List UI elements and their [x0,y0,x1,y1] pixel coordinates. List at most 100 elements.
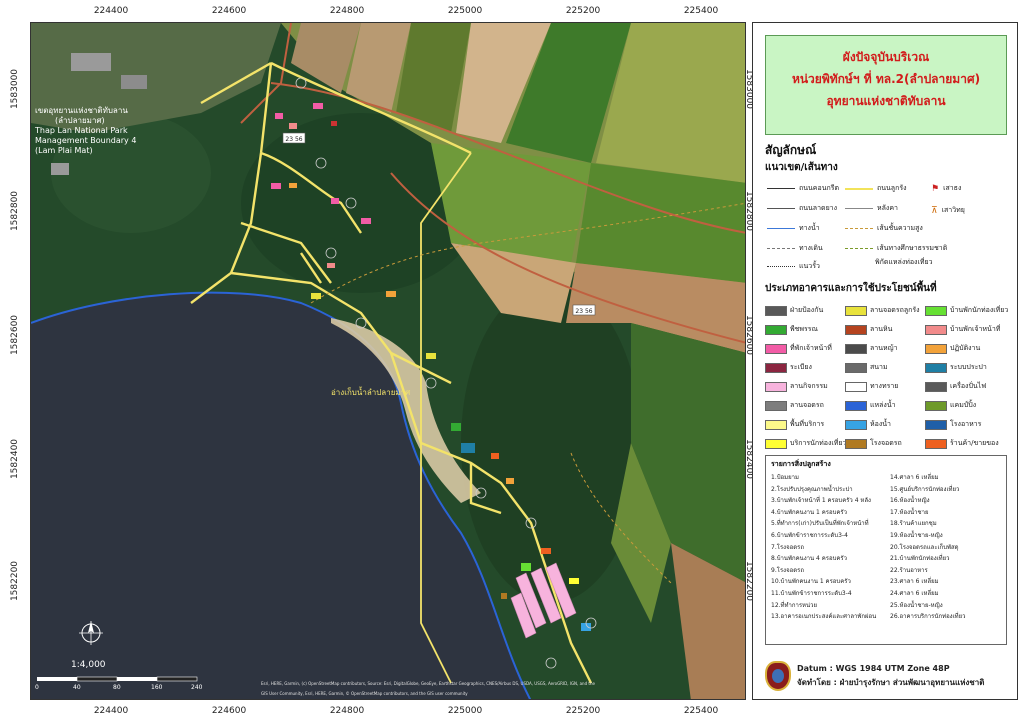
landuse-legend-item: ลานหญ้า [845,343,898,354]
landuse-swatch [765,362,787,373]
landuse-legend-item: บริการนักท่องเที่ยว [765,438,846,449]
landuse-swatch [925,400,947,411]
building-list-item: 3.บ้านพักเจ้าหน้าที่ 1 ครอบครัว 4 หลัง [771,497,871,505]
building-list-item: 24.ศาลา 6 เหลี่ยม [890,589,939,597]
legend-flag-item: ⚑ เสาธง [931,183,962,194]
landuse-swatch [765,438,787,449]
landuse-swatch [925,438,947,449]
landuse-legend-item: แหล่งน้ำ [845,400,896,411]
building-list-item: 20.โรงจอดรถและเก็บพัสดุ [890,543,959,551]
building-list-item: 5.ที่ทำการ(เก่า)ปรับเป็นที่พักเจ้าหน้าที… [771,520,869,528]
building-list-item: 9.โรงจอดรถ [771,566,804,574]
reservoir-label: อ่างเก็บน้ำลำปลายมาศ [331,386,410,397]
flag-icon: ⚑ [931,183,940,194]
datum-text: Datum : WGS 1984 UTM Zone 48P [797,664,950,673]
department-emblem-icon [765,661,791,691]
landuse-swatch [925,419,947,430]
landuse-legend-item: ที่พักเจ้าหน้าที่ [765,343,832,354]
landuse-swatch [925,362,947,373]
scale-tick: 0 [35,684,39,691]
map-title-box: ผังปัจจุบันบริเวณ หน่วยพิทักษ์ฯ ที่ ทล.2… [765,35,1007,135]
park-boundary-label-th: เขตอุทยานแห่งชาติทับลาน [35,106,128,115]
scale-tick: 240 [191,684,203,691]
park-boundary-label-en3: (Lam Plai Mat) [35,146,93,155]
landuse-legend-item: ลานหิน [845,324,892,335]
landuse-swatch [925,324,947,335]
landuse-swatch [845,400,867,411]
building-list-item: 22.ร้านอาหาร [890,566,928,574]
building-list-item: 25.ห้องน้ำชาย-หญิง [890,601,943,609]
landuse-swatch [845,324,867,335]
legend-line-item: พิกัดแหล่งท่องเที่ยว [875,258,933,266]
landuse-swatch [765,419,787,430]
antenna-icon: ⊼ [931,205,938,216]
x-tick-bottom: 224400 [93,706,129,716]
x-tick-bottom: 224600 [211,706,247,716]
landuse-legend-item: พื้นที่บริการ [765,419,824,430]
building-list-item: 16.ห้องน้ำหญิง [890,497,930,505]
landuse-swatch [845,438,867,449]
landuse-legend-item: บ้านพักนักท่องเที่ยว [925,305,1008,316]
y-tick-left: 1582400 [10,438,20,480]
landuse-swatch [925,343,947,354]
building-list-item: 10.บ้านพักคนงาน 1 ครอบครัว [771,578,851,586]
y-tick-left: 1582600 [10,314,20,356]
landuse-swatch [765,381,787,392]
landuse-swatch [765,305,787,316]
landuse-swatch [845,343,867,354]
y-tick-left: 1583000 [10,68,20,110]
building-list-item: 7.โรงจอดรถ [771,543,804,551]
x-tick-top: 224400 [93,6,129,16]
landuse-legend-item: โรงจอดรถ [845,438,902,449]
landuse-legend-item: แคมป์ปิ้ง [925,400,976,411]
attribution-1: Esri, HERE, Garmin, (c) OpenStreetMap co… [261,681,595,686]
building-list-item: 8.บ้านพักคนงาน 4 ครอบครัว [771,555,847,563]
landuse-swatch [845,419,867,430]
landuse-legend-item: ระเบียง [765,362,812,373]
landuse-swatch [765,400,787,411]
landuse-swatch [845,305,867,316]
map-canvas[interactable]: 23 56 23 56 เขตอุทยานแห่งชาติทับลาน (ลำป… [30,22,746,700]
y-tick-left: 1582800 [10,190,20,232]
x-tick-bottom: 224800 [329,706,365,716]
attribution-2: GIS User Community, Esri, HERE, Garmin, … [261,691,468,696]
lines-heading: แนวเขต/เส้นทาง [765,162,838,173]
building-list-item: 18.ร้านค้าแยกชุม [890,520,937,528]
x-tick-top: 225200 [565,6,601,16]
landuse-legend-item: สนาม [845,362,888,373]
building-list-item: 17.ห้องน้ำชาย [890,508,929,516]
legend-panel: ผังปัจจุบันบริเวณ หน่วยพิทักษ์ฯ ที่ ทล.2… [752,22,1018,700]
y-tick-left: 1582200 [10,560,20,602]
landuse-legend-item: ระบบประปา [925,362,987,373]
scale-tick: 160 [151,684,163,691]
scale-tick: 40 [73,684,81,691]
road-shield-2: 23 56 [575,308,592,315]
legend-line-item: ถนนคอนกรีต [767,183,839,194]
x-tick-bottom: 225400 [683,706,719,716]
park-boundary-label-en: Thap Lan National Park [34,126,128,135]
map-title-line2: หน่วยพิทักษ์ฯ ที่ ทล.2(ลำปลายมาศ) [791,72,981,86]
x-tick-top: 225400 [683,6,719,16]
building-list-item: 21.บ้านพักนักท่องเที่ยว [890,555,950,563]
landuse-legend-item: ปฏิบัติงาน [925,343,980,354]
map-title-line1: ผังปัจจุบันบริเวณ [842,50,930,64]
building-list-title: รายการสิ่งปลูกสร้าง [771,460,831,468]
landuse-swatch [925,381,947,392]
landuse-swatch [845,381,867,392]
x-tick-top: 225000 [447,6,483,16]
building-list-item: 11.บ้านพักข้าราชการระดับ3-4 [771,589,852,597]
building-list-item: 19.ห้องน้ำชาย-หญิง [890,531,943,539]
legend-line-item: หลังคา [845,203,898,214]
landuse-swatch [765,343,787,354]
map-sheet: 224400 224600 224800 225000 225200 22540… [0,0,1024,724]
building-list-col2: 14.ศาลา 6 เหลี่ยม 15.ศูนย์บริการนักท่องเท… [890,472,1001,623]
landuse-legend-item: ลานกิจกรรม [765,381,828,392]
legend-line-item: เส้นทางศึกษาธรรมชาติ [845,243,947,254]
scale-tick: 80 [113,684,121,691]
building-list-item: 14.ศาลา 6 เหลี่ยม [890,474,939,481]
scale-text: 1:4,000 [71,660,106,670]
x-tick-bottom: 225000 [447,706,483,716]
symbols-heading: สัญลักษณ์ [765,143,817,157]
legend-line-item: ทางเดิน [767,243,823,254]
park-boundary-label-en2: Management Boundary 4 [35,136,136,145]
